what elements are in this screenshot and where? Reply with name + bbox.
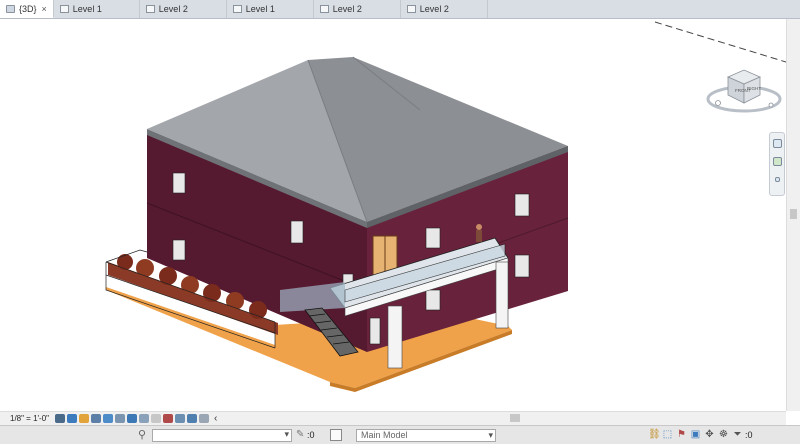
unlock-3d-icon[interactable]	[139, 414, 150, 423]
chevron-left-icon[interactable]: ‹	[214, 413, 217, 424]
tab-3d[interactable]: {3D} ×	[0, 0, 54, 18]
select-underlay-icon[interactable]: ⬚	[662, 429, 673, 440]
worksharing-display-icon[interactable]	[199, 414, 210, 423]
3d-view-icon	[6, 4, 15, 13]
select-links-icon[interactable]: ⛓	[648, 429, 661, 440]
reveal-hidden-icon[interactable]	[163, 414, 174, 423]
workset-icon[interactable]: ⚲	[138, 429, 150, 441]
filter-icon[interactable]: ⏷	[732, 429, 743, 440]
status-bar: ⚲ ✎ :0 Main Model ⛓ ⬚ ⚑ ▣ ✥ ☸ ⏷ :0	[0, 425, 800, 444]
plan-view-icon	[406, 5, 416, 13]
tab-level-2[interactable]: Level 2	[140, 0, 227, 18]
plan-view-icon	[319, 5, 329, 13]
chevron-down-icon[interactable]	[775, 177, 780, 182]
show-crop-icon[interactable]	[127, 414, 138, 423]
shadows-icon[interactable]	[91, 414, 102, 423]
plan-view-icon	[145, 5, 155, 13]
view-tab-bar: {3D} × Level 1 Level 2 Level 1 Level 2 L…	[0, 0, 800, 19]
viewcube-right-label: RIGHT	[747, 86, 761, 91]
column	[387, 305, 403, 369]
tab-level-2-b[interactable]: Level 2	[314, 0, 401, 18]
zoom-region-icon[interactable]	[773, 157, 782, 166]
building-model[interactable]	[0, 19, 787, 411]
tab-label: Level 2	[419, 4, 449, 14]
sun-path-icon[interactable]	[79, 414, 90, 423]
tab-label: Level 2	[158, 4, 188, 14]
home-icon[interactable]	[715, 100, 721, 106]
detail-level-icon[interactable]	[55, 414, 66, 423]
analytical-model-icon[interactable]	[175, 414, 186, 423]
visual-style-icon[interactable]	[67, 414, 78, 423]
view-control-bar: 1/8" = 1'-0" ‹	[0, 411, 250, 425]
scrollbar-thumb[interactable]	[790, 209, 797, 219]
tab-label: Level 1	[245, 4, 275, 14]
tab-level-1-b[interactable]: Level 1	[227, 0, 314, 18]
viewcube[interactable]: FRONT RIGHT	[698, 57, 784, 119]
section-box-edge	[654, 21, 787, 63]
highlight-displacement-icon[interactable]	[187, 414, 198, 423]
design-options-icon[interactable]	[330, 429, 342, 441]
scrollbar-thumb[interactable]	[510, 414, 520, 422]
select-by-face-icon[interactable]: ▣	[690, 429, 701, 440]
selection-count: :0	[307, 430, 315, 440]
workset-selector[interactable]	[152, 429, 292, 442]
render-icon[interactable]	[103, 414, 114, 423]
temporary-hide-icon[interactable]	[151, 414, 162, 423]
editable-only-icon[interactable]: ✎	[296, 429, 304, 440]
plan-view-icon	[59, 5, 69, 13]
tab-label: Level 2	[332, 4, 362, 14]
tab-label: Level 1	[72, 4, 102, 14]
view-scale[interactable]: 1/8" = 1'-0"	[0, 414, 55, 423]
full-navigation-wheel-icon[interactable]	[773, 139, 782, 148]
drag-elements-icon[interactable]: ✥	[704, 429, 715, 440]
select-pinned-icon[interactable]: ⚑	[676, 429, 687, 440]
column	[495, 261, 509, 329]
vertical-scrollbar[interactable]	[786, 19, 800, 411]
person-figure	[476, 224, 482, 242]
background-processes-icon[interactable]: ☸	[718, 429, 729, 440]
viewcube-corner-icon[interactable]	[768, 102, 774, 108]
horizontal-scrollbar[interactable]	[250, 411, 786, 425]
crop-view-icon[interactable]	[115, 414, 126, 423]
tab-level-1[interactable]: Level 1	[54, 0, 140, 18]
tab-label: {3D}	[19, 3, 37, 14]
plan-view-icon	[232, 5, 242, 13]
navigation-bar	[769, 132, 785, 196]
filter-count: :0	[745, 430, 753, 440]
close-icon[interactable]: ×	[42, 4, 47, 14]
tab-level-2-c[interactable]: Level 2	[401, 0, 488, 18]
model-selector[interactable]: Main Model	[356, 429, 496, 442]
3d-view-canvas[interactable]: FRONT RIGHT	[0, 19, 787, 411]
